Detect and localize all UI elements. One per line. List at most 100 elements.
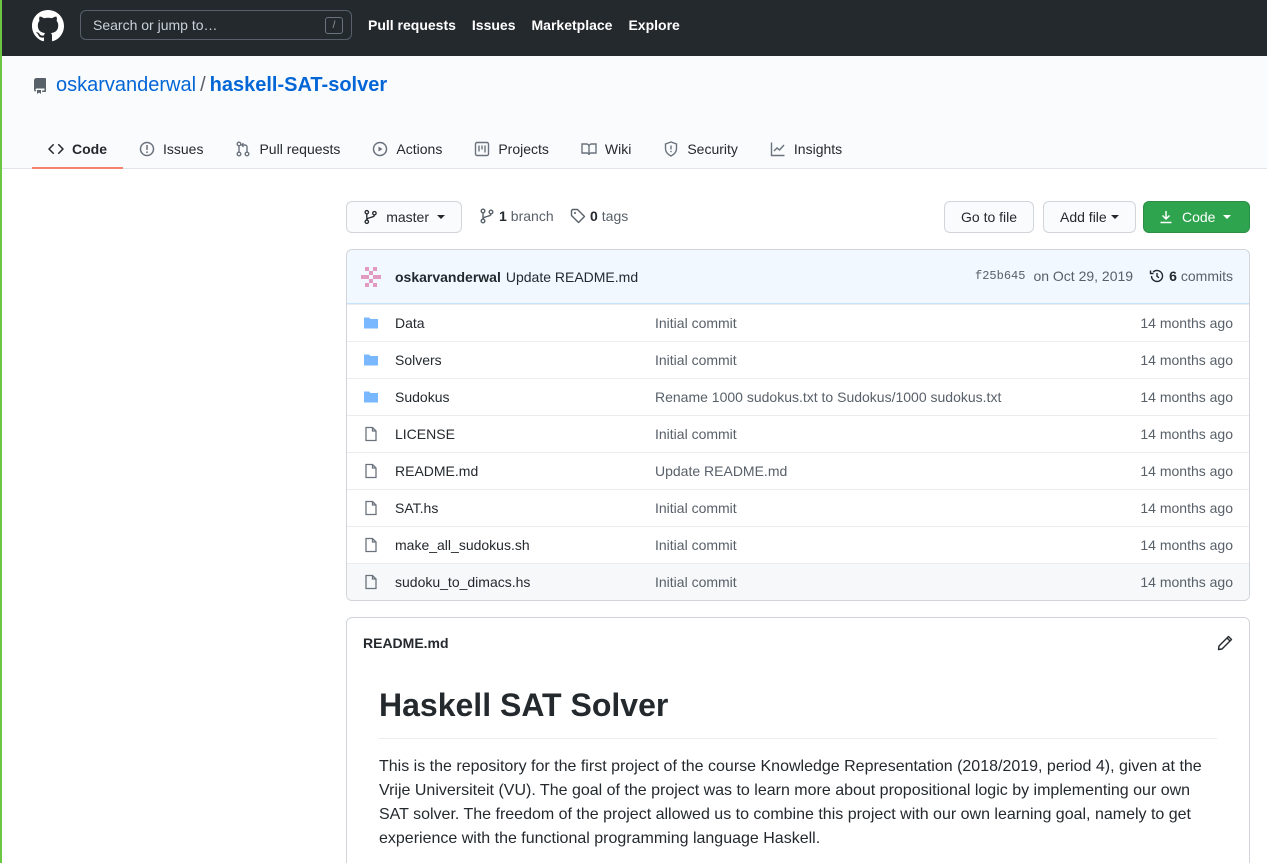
file-name-link[interactable]: sudoku_to_dimacs.hs [395, 574, 530, 590]
file-icon [365, 426, 377, 442]
file-name-link[interactable]: Sudokus [395, 389, 449, 405]
tab-wiki[interactable]: Wiki [565, 128, 647, 169]
readme-header: README.md [347, 618, 1249, 668]
file-name-link[interactable]: README.md [395, 463, 478, 479]
book-icon [581, 142, 597, 155]
readme-title: Haskell SAT Solver [379, 668, 1217, 739]
tab-label: Insights [793, 140, 843, 157]
graph-icon [770, 142, 785, 156]
tab-insights[interactable]: Insights [754, 128, 858, 169]
branch-label: branch [510, 208, 554, 224]
pencil-icon[interactable] [1217, 635, 1233, 651]
commit-meta: f25b645 on Oct 29, 2019 6 commits [975, 268, 1233, 284]
file-row[interactable]: make_all_sudokus.sh Initial commit 14 mo… [347, 526, 1249, 563]
window-edge [0, 0, 2, 863]
file-commit-link[interactable]: Initial commit [655, 500, 737, 516]
readme-body: Haskell SAT Solver This is the repositor… [347, 668, 1249, 851]
branch-name: master [386, 209, 429, 225]
file-commit-link[interactable]: Initial commit [655, 426, 737, 442]
commit-sha-link[interactable]: f25b645 [975, 269, 1025, 283]
code-icon [48, 143, 64, 154]
tab-code[interactable]: Code [32, 128, 123, 169]
file-name-link[interactable]: make_all_sudokus.sh [395, 537, 530, 553]
history-icon [1149, 269, 1164, 283]
search-input[interactable]: Search or jump to… / [80, 10, 352, 40]
issue-icon [139, 141, 155, 156]
shield-icon [665, 140, 678, 157]
project-icon [475, 141, 490, 156]
file-age: 14 months ago [1140, 537, 1233, 553]
repo-path-separator: / [200, 74, 206, 96]
nav-explore[interactable]: Explore [628, 17, 679, 33]
tab-label: Code [72, 140, 107, 157]
commit-history-link[interactable]: 6 commits [1149, 268, 1233, 284]
global-header: Search or jump to… / Pull requests Issue… [0, 0, 1267, 56]
file-icon [365, 500, 377, 516]
tab-security[interactable]: Security [647, 128, 754, 169]
repo-name-link[interactable]: haskell-SAT-solver [210, 74, 387, 97]
file-commit-link[interactable]: Initial commit [655, 352, 737, 368]
go-to-file-label: Go to file [961, 209, 1018, 225]
file-commit-link[interactable]: Update README.md [655, 463, 787, 479]
file-row[interactable]: Data Initial commit 14 months ago [347, 304, 1249, 341]
file-name-link[interactable]: SAT.hs [395, 500, 438, 516]
file-name-link[interactable]: Data [395, 315, 425, 331]
add-file-button[interactable]: Add file [1043, 201, 1136, 233]
tag-count: 0 [590, 208, 598, 224]
nav-marketplace[interactable]: Marketplace [532, 17, 613, 33]
nav-issues[interactable]: Issues [472, 17, 516, 33]
file-age: 14 months ago [1140, 463, 1233, 479]
repo-owner-link[interactable]: oskarvanderwal [56, 74, 196, 97]
file-icon [365, 574, 377, 590]
file-listing: oskarvanderwal Update README.md f25b645 … [346, 249, 1250, 601]
commit-count-label: commits [1180, 268, 1233, 284]
branch-icon [364, 209, 377, 225]
avatar[interactable] [361, 266, 381, 287]
branch-count: 1 [499, 208, 507, 224]
file-commit-link[interactable]: Initial commit [655, 315, 737, 331]
file-icon [365, 463, 377, 479]
tab-pull-requests[interactable]: Pull requests [219, 128, 356, 169]
readme-paragraph: This is the repository for the first pro… [379, 758, 1202, 847]
file-name-link[interactable]: LICENSE [395, 426, 455, 442]
chevron-down-icon [1223, 215, 1232, 219]
tag-icon [570, 208, 586, 224]
download-icon [1160, 211, 1172, 224]
commit-count: 6 [1169, 268, 1177, 284]
readme-filename-link[interactable]: README.md [363, 635, 449, 651]
file-row[interactable]: SAT.hs Initial commit 14 months ago [347, 489, 1249, 526]
commit-message-link[interactable]: Update README.md [506, 269, 638, 285]
go-to-file-button[interactable]: Go to file [944, 201, 1035, 233]
code-download-button[interactable]: Code [1143, 201, 1250, 233]
tab-issues[interactable]: Issues [123, 128, 219, 169]
file-row[interactable]: sudoku_to_dimacs.hs Initial commit 14 mo… [347, 563, 1249, 600]
tags-link[interactable]: 0 tags [570, 208, 628, 224]
global-nav: Pull requests Issues Marketplace Explore [368, 0, 696, 50]
folder-icon [364, 317, 378, 329]
file-commit-link[interactable]: Rename 1000 sudokus.txt to Sudokus/1000 … [655, 389, 1001, 405]
file-commit-link[interactable]: Initial commit [655, 574, 737, 590]
tab-label: Pull requests [259, 140, 341, 157]
tab-projects[interactable]: Projects [458, 128, 565, 169]
branches-link[interactable]: 1 branch [479, 208, 554, 224]
file-commit-link[interactable]: Initial commit [655, 537, 737, 553]
latest-commit-bar: oskarvanderwal Update README.md f25b645 … [347, 250, 1249, 304]
file-row[interactable]: Solvers Initial commit 14 months ago [347, 341, 1249, 378]
branch-select-button[interactable]: master [346, 201, 462, 233]
file-row[interactable]: LICENSE Initial commit 14 months ago [347, 415, 1249, 452]
file-name-link[interactable]: Solvers [395, 352, 442, 368]
github-logo-icon[interactable] [32, 10, 64, 42]
branch-icon [480, 208, 494, 224]
file-row[interactable]: Sudokus Rename 1000 sudokus.txt to Sudok… [347, 378, 1249, 415]
tab-label: Issues [163, 140, 204, 157]
tab-actions[interactable]: Actions [356, 128, 458, 169]
file-row[interactable]: README.md Update README.md 14 months ago [347, 452, 1249, 489]
search-shortcut-key: / [325, 17, 343, 34]
repo-header: oskarvanderwal / haskell-SAT-solver Code… [0, 56, 1267, 169]
nav-pull-requests[interactable]: Pull requests [368, 17, 456, 33]
commit-author-link[interactable]: oskarvanderwal [395, 269, 501, 285]
readme-panel: README.md Haskell SAT Solver This is the… [346, 617, 1250, 863]
commit-date: on Oct 29, 2019 [1033, 268, 1134, 284]
add-file-label: Add file [1060, 209, 1107, 225]
chevron-down-icon [437, 215, 445, 219]
